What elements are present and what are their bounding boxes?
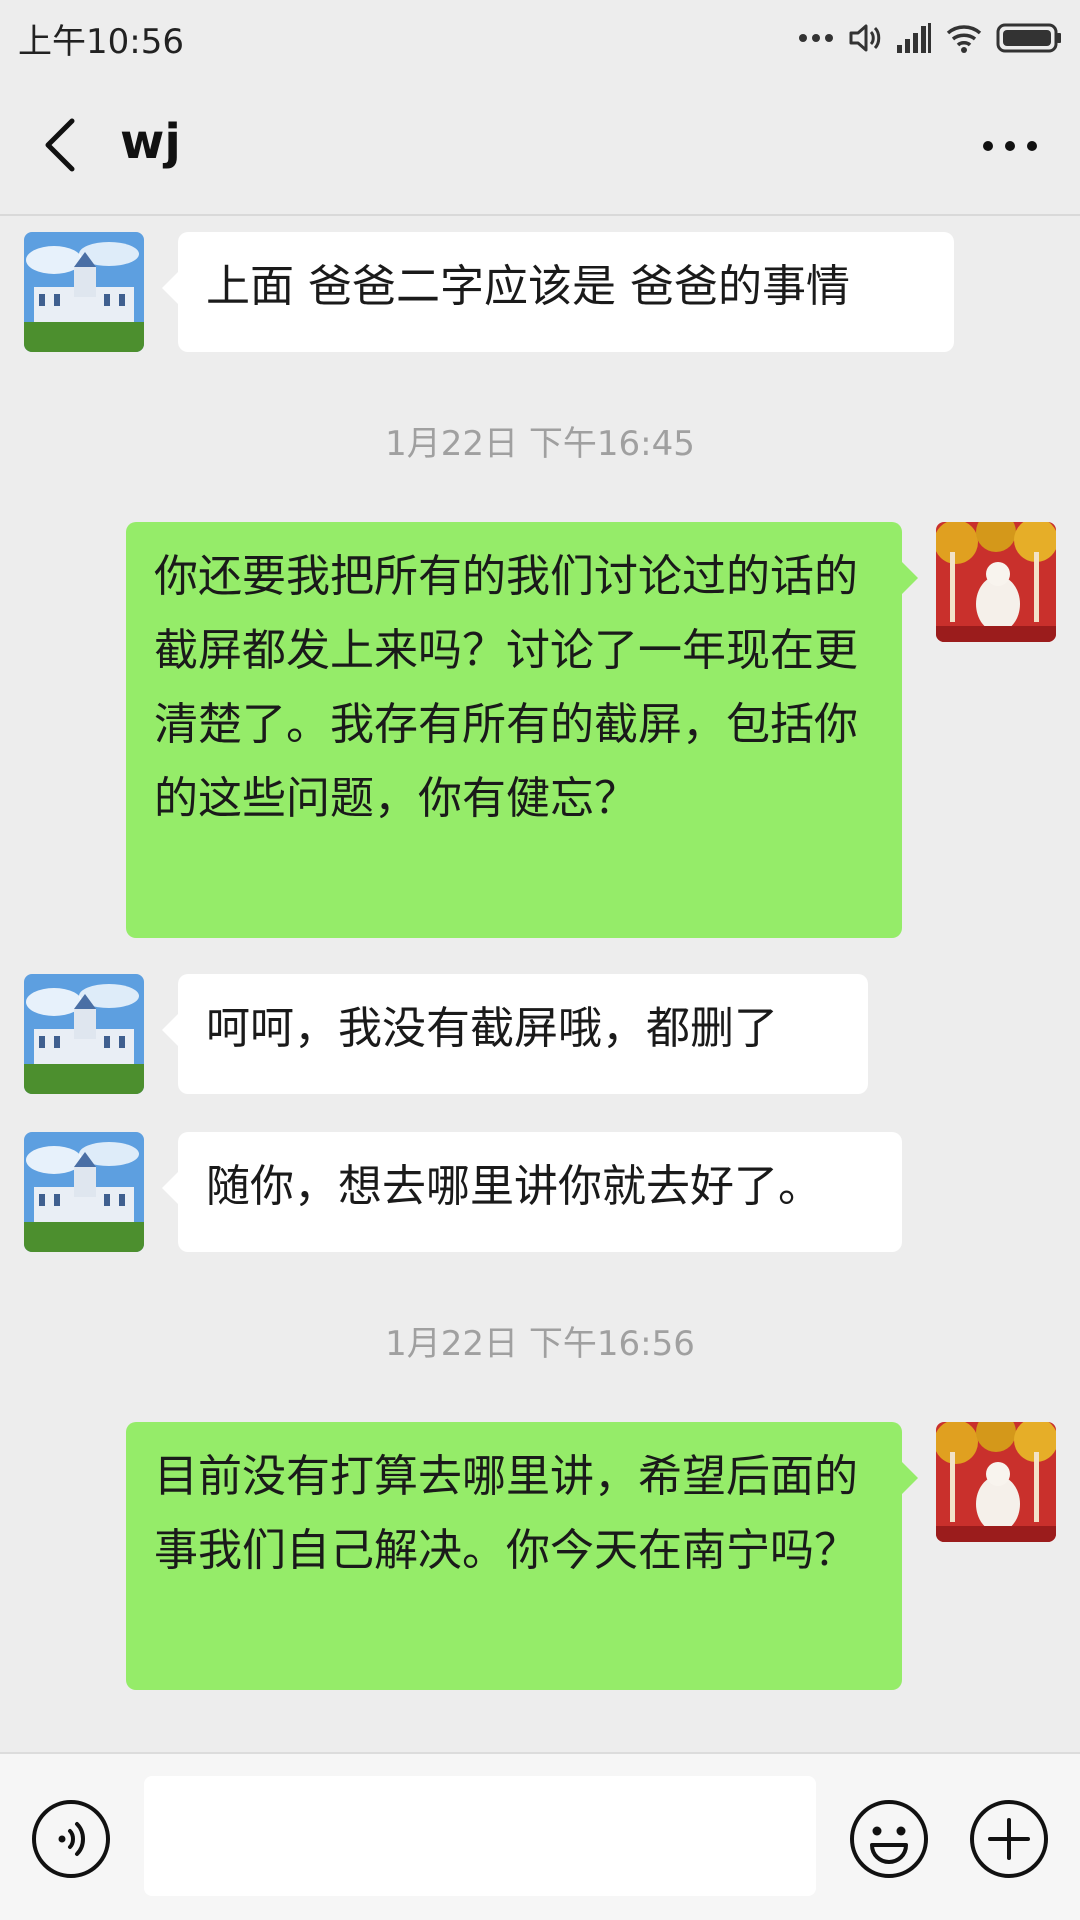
my-avatar[interactable]	[936, 522, 1056, 642]
contact-avatar[interactable]	[24, 232, 144, 352]
contact-avatar[interactable]	[24, 974, 144, 1094]
more-options-button[interactable]	[970, 116, 1050, 176]
contact-avatar[interactable]	[24, 1132, 144, 1252]
emoji-button[interactable]	[848, 1798, 930, 1880]
status-time: 上午10:56	[18, 22, 184, 62]
status-icons	[798, 16, 1062, 60]
plus-button[interactable]	[968, 1798, 1050, 1880]
emoji-icon	[850, 1800, 928, 1878]
message-timestamp: 1月22日 下午16:45	[385, 424, 695, 464]
notification-dots-icon	[799, 34, 833, 42]
message-input[interactable]	[144, 1776, 816, 1896]
message-bubble-outgoing[interactable]: 目前没有打算去哪里讲，希望后面的事我们自己解决。你今天在南宁吗？	[126, 1422, 918, 1690]
plus-icon	[970, 1800, 1048, 1878]
wifi-icon	[946, 25, 982, 53]
more-dots-icon	[983, 141, 1037, 151]
voice-button[interactable]	[30, 1798, 112, 1880]
message-bubble-incoming[interactable]: 上面 爸爸二字应该是 爸爸的事情	[162, 232, 954, 352]
status-bar: 上午10:56	[0, 0, 1080, 76]
chat-title: wj	[120, 114, 181, 170]
voice-icon	[32, 1800, 110, 1878]
battery-icon	[996, 23, 1061, 53]
signal-icon	[897, 23, 931, 53]
message-bubble-outgoing[interactable]: 你还要我把所有的我们讨论过的话的截屏都发上来吗？讨论了一年现在更清楚了。我存有所…	[126, 522, 918, 938]
input-bar	[0, 1752, 1080, 1920]
message-timestamp: 1月22日 下午16:56	[385, 1324, 695, 1364]
message-bubble-incoming[interactable]: 呵呵，我没有截屏哦，都删了	[162, 974, 868, 1094]
volume-icon	[849, 24, 881, 52]
chevron-left-icon	[45, 118, 75, 172]
my-avatar[interactable]	[936, 1422, 1056, 1542]
message-bubble-incoming[interactable]: 随你，想去哪里讲你就去好了。	[162, 1132, 902, 1252]
back-button[interactable]	[30, 110, 90, 180]
chat-header: wj	[0, 76, 1080, 216]
